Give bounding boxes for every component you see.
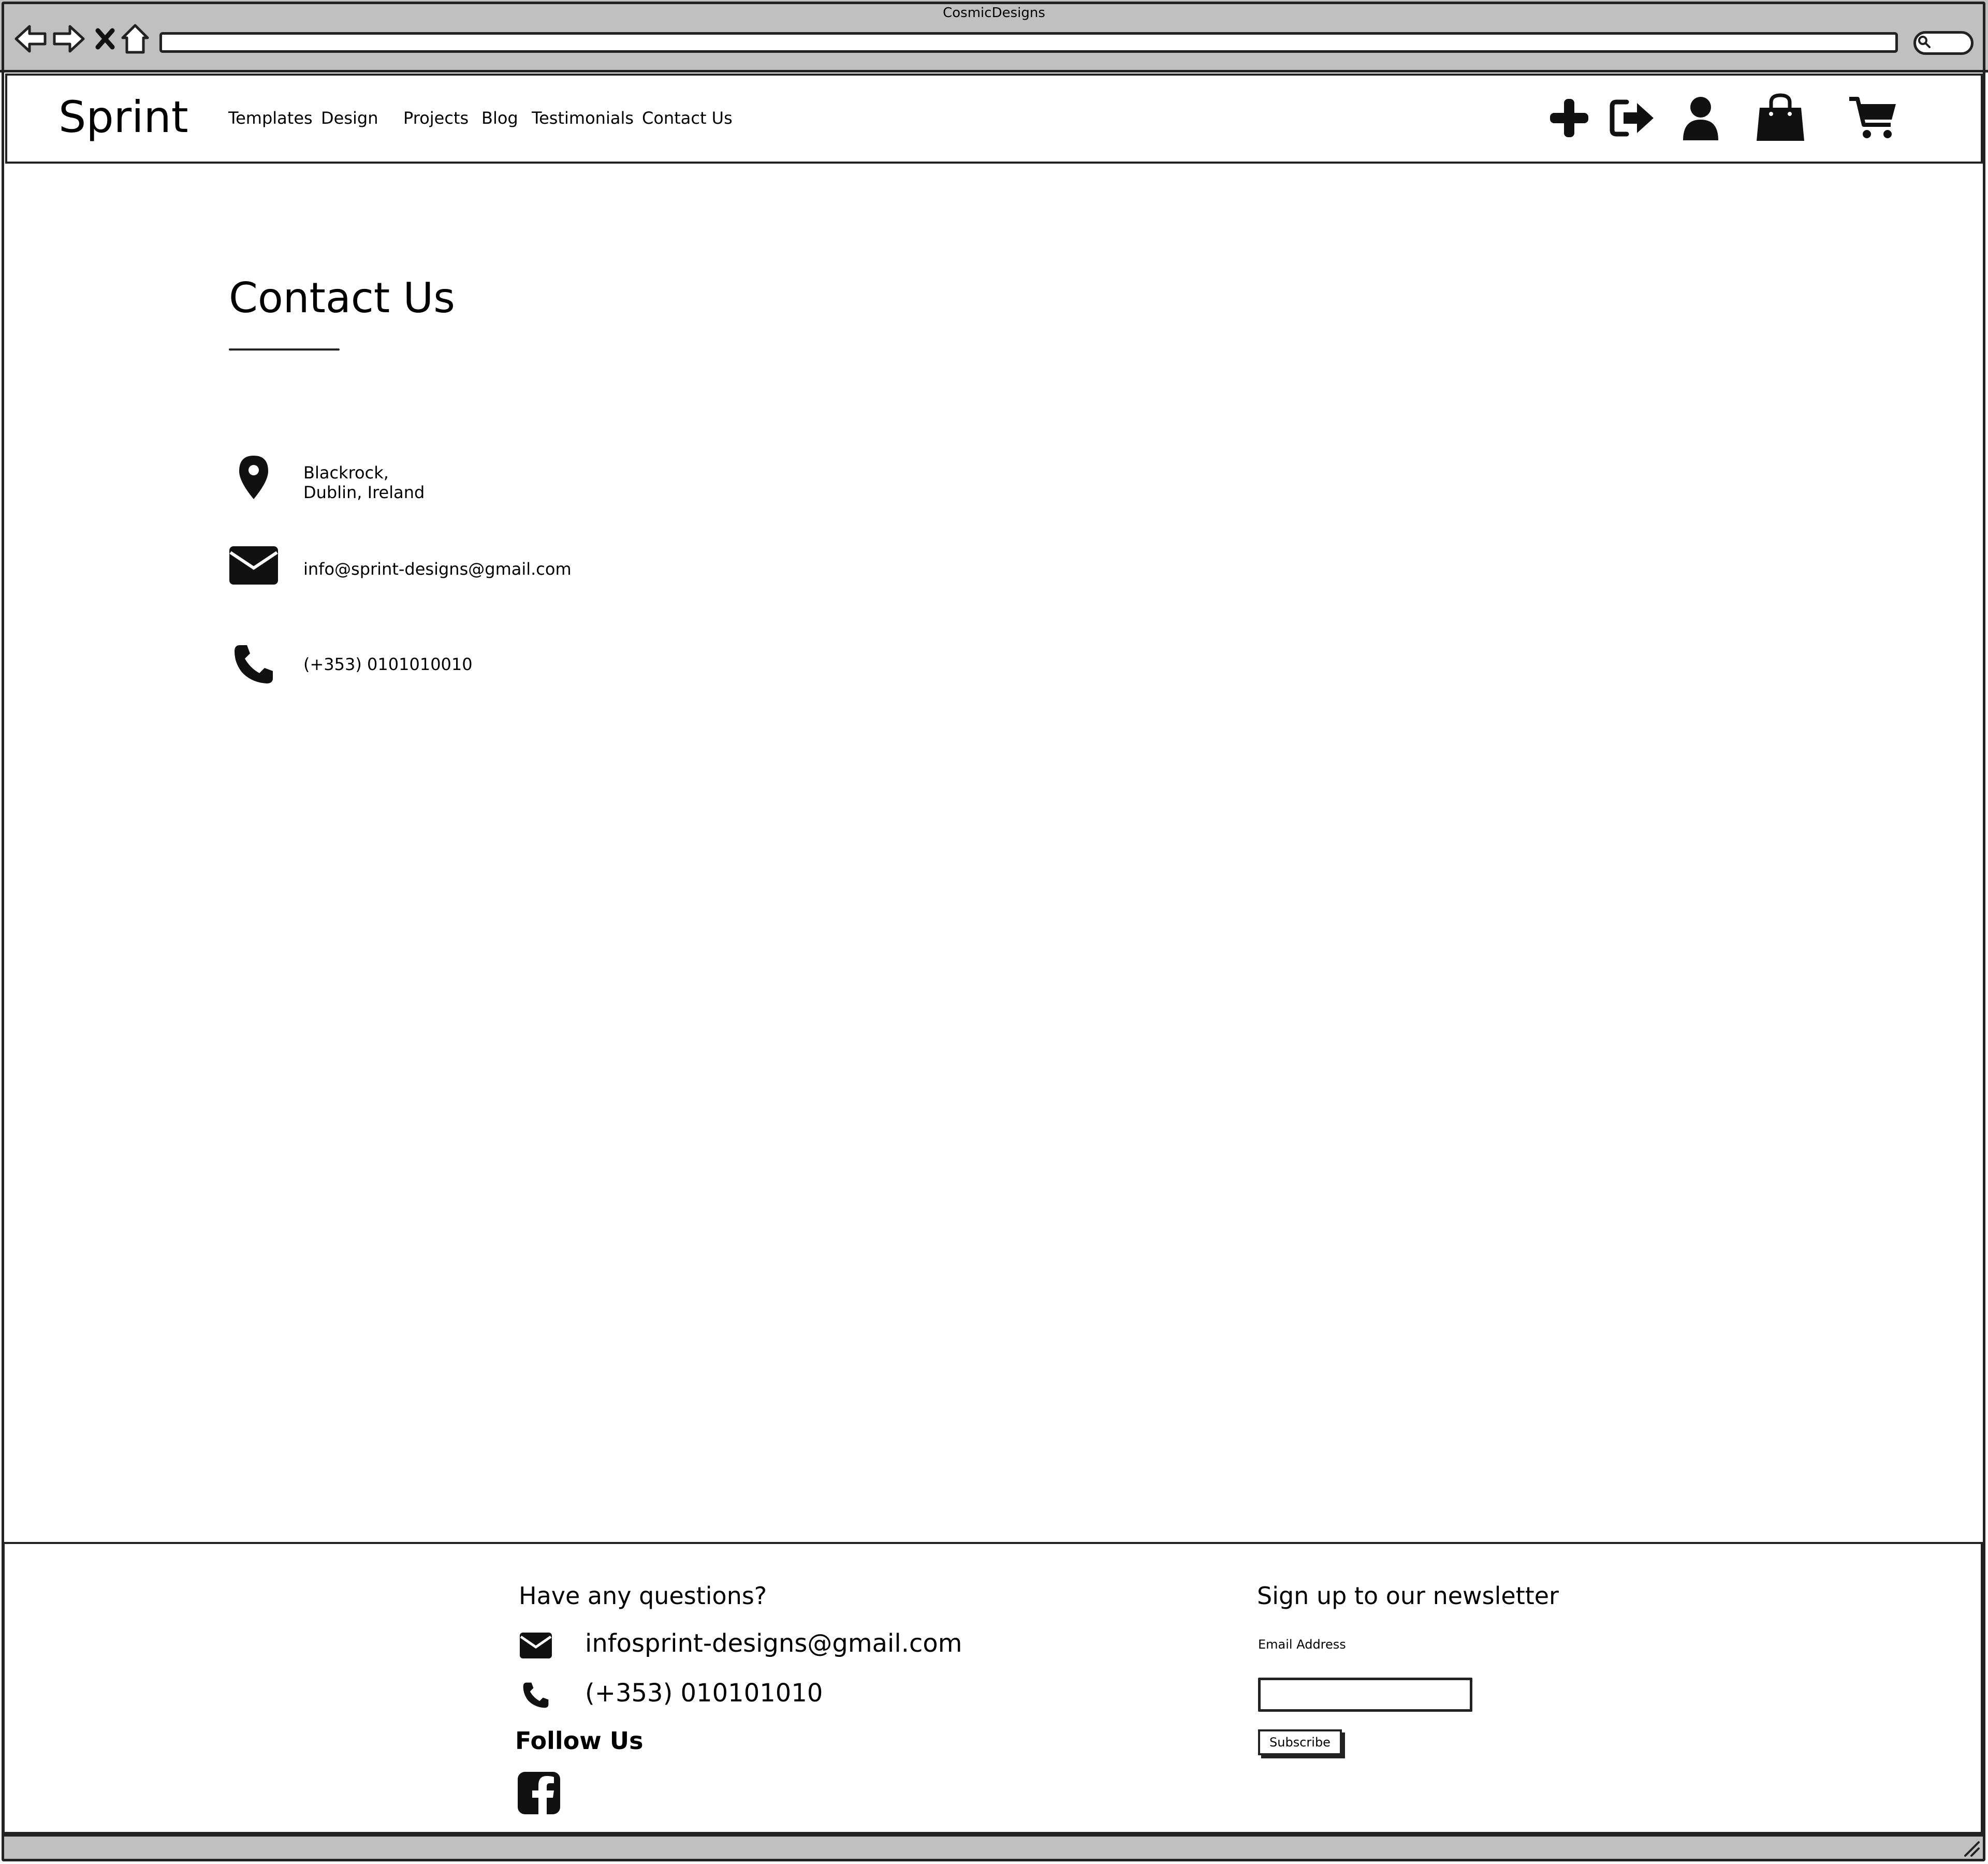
- window-frame: [2, 2, 1985, 1861]
